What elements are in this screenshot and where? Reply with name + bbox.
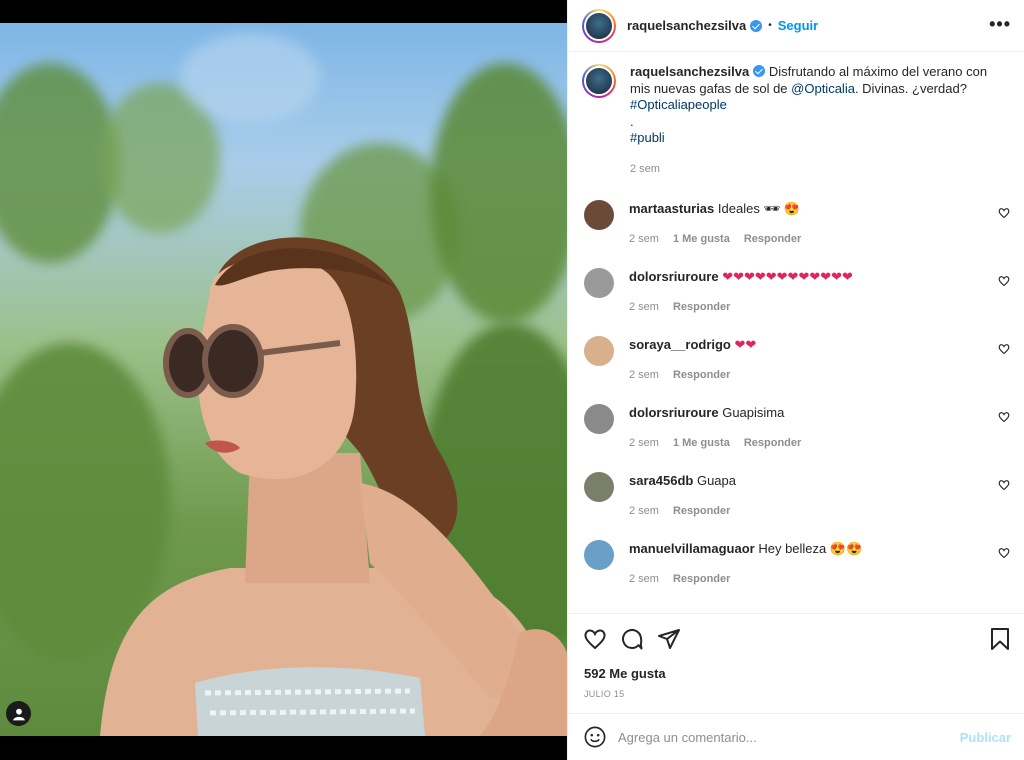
bookmark-icon[interactable] <box>988 627 1012 651</box>
heart-icon[interactable] <box>998 411 1010 423</box>
comment-item: dolorsriuroure Guapisima 2 sem 1 Me gust… <box>582 394 1012 462</box>
portrait-illustration <box>100 237 567 736</box>
comment-input[interactable] <box>618 729 948 745</box>
commenter-username[interactable]: martaasturias <box>629 201 714 216</box>
separator-dot: • <box>768 20 772 31</box>
verified-badge-icon <box>750 19 763 32</box>
caption-time[interactable]: 2 sem <box>630 161 1010 178</box>
reply-button[interactable]: Responder <box>744 437 801 449</box>
comment-text: Ideales 🕶 😍 <box>717 201 800 216</box>
comment-meta: 2 sem Responder <box>629 369 730 381</box>
comment-meta: 2 sem Responder <box>629 505 730 517</box>
heart-icon[interactable] <box>583 627 607 651</box>
comment-text: Hey belleza 😍😍 <box>758 541 863 556</box>
comment-body: sara456db Guapa <box>629 473 989 488</box>
commenter-username[interactable]: dolorsriuroure <box>629 269 719 284</box>
comment-item: soraya__rodrigo ❤❤ 2 sem Responder <box>582 326 1012 394</box>
post-header: raquelsanchezsilva • Seguir ••• <box>568 0 1024 52</box>
comment-item: martaasturias Ideales 🕶 😍 2 sem 1 Me gus… <box>582 190 1012 258</box>
hashtag-link[interactable]: #publi <box>630 130 1010 147</box>
comment-text: ❤❤❤❤❤❤❤❤❤❤❤❤ <box>722 269 853 284</box>
comment-meta: 2 sem 1 Me gusta Responder <box>629 437 801 449</box>
comment-meta: 2 sem 1 Me gusta Responder <box>629 233 801 245</box>
add-comment-bar: Publicar <box>568 713 1024 760</box>
reply-button[interactable]: Responder <box>673 573 730 585</box>
comment-time[interactable]: 2 sem <box>629 573 659 585</box>
hashtag-link[interactable]: #Opticaliapeople <box>630 97 1010 114</box>
likes-count[interactable]: 592 Me gusta <box>584 666 666 681</box>
publish-button[interactable]: Publicar <box>960 730 1011 745</box>
comment-meta: 2 sem Responder <box>629 573 730 585</box>
emoji-icon[interactable] <box>584 726 606 748</box>
commenter-avatar[interactable] <box>584 336 614 366</box>
comment-meta: 2 sem Responder <box>629 301 730 313</box>
comment-time[interactable]: 2 sem <box>629 301 659 313</box>
reply-button[interactable]: Responder <box>744 233 801 245</box>
comment-body: manuelvillamaguaor Hey belleza 😍😍 <box>629 541 989 557</box>
reply-button[interactable]: Responder <box>673 369 730 381</box>
commenter-avatar[interactable] <box>584 472 614 502</box>
comment-item: sara456db Guapa 2 sem Responder <box>582 462 1012 530</box>
commenter-username[interactable]: soraya__rodrigo <box>629 337 731 352</box>
post-photo[interactable] <box>0 23 567 736</box>
comment-text: ❤❤ <box>734 337 757 352</box>
comment-body: dolorsriuroure ❤❤❤❤❤❤❤❤❤❤❤❤ <box>629 269 989 285</box>
caption-text: raquelsanchezsilva Disfrutando al máximo… <box>630 64 1010 177</box>
verified-badge-icon <box>753 65 766 77</box>
commenter-avatar[interactable] <box>584 200 614 230</box>
commenter-avatar[interactable] <box>584 268 614 298</box>
caption-mention-link[interactable]: @Opticalia <box>791 81 855 96</box>
comment-likes[interactable]: 1 Me gusta <box>673 233 730 245</box>
caption-dot: . <box>630 113 634 129</box>
author-username[interactable]: raquelsanchezsilva <box>627 18 746 33</box>
caption-avatar[interactable] <box>582 64 616 98</box>
comment-item: dolorsriuroure ❤❤❤❤❤❤❤❤❤❤❤❤ 2 sem Respon… <box>582 258 1012 326</box>
more-options-icon[interactable]: ••• <box>989 14 1011 35</box>
post-caption: raquelsanchezsilva Disfrutando al máximo… <box>582 64 1012 177</box>
heart-icon[interactable] <box>998 479 1010 491</box>
comment-body: martaasturias Ideales 🕶 😍 <box>629 201 989 217</box>
author-avatar[interactable] <box>582 8 616 43</box>
comments-list[interactable]: martaasturias Ideales 🕶 😍 2 sem 1 Me gus… <box>568 190 1024 613</box>
comment-body: dolorsriuroure Guapisima <box>629 405 989 420</box>
comment-time[interactable]: 2 sem <box>629 369 659 381</box>
commenter-avatar[interactable] <box>584 540 614 570</box>
post-date[interactable]: JULIO 15 <box>584 689 624 699</box>
caption-body-end: . Divinas. ¿verdad? <box>854 80 967 96</box>
user-tag-icon <box>12 708 25 720</box>
photo-pane <box>0 0 567 760</box>
commenter-username[interactable]: sara456db <box>629 473 693 488</box>
comment-time[interactable]: 2 sem <box>629 505 659 517</box>
heart-icon[interactable] <box>998 275 1010 287</box>
commenter-avatar[interactable] <box>584 404 614 434</box>
comment-text: Guapisima <box>722 405 785 420</box>
heart-icon[interactable] <box>998 343 1010 355</box>
commenter-username[interactable]: manuelvillamaguaor <box>629 541 755 556</box>
comment-time[interactable]: 2 sem <box>629 437 659 449</box>
comment-time[interactable]: 2 sem <box>629 233 659 245</box>
reply-button[interactable]: Responder <box>673 505 730 517</box>
comment-item: manuelvillamaguaor Hey belleza 😍😍 2 sem … <box>582 530 1012 598</box>
post-sidebar: raquelsanchezsilva • Seguir ••• raquelsa… <box>567 0 1024 760</box>
comment-body: soraya__rodrigo ❤❤ <box>629 337 989 353</box>
caption-username[interactable]: raquelsanchezsilva <box>630 64 749 79</box>
reply-button[interactable]: Responder <box>673 301 730 313</box>
follow-button[interactable]: Seguir <box>778 18 818 33</box>
comment-text: Guapa <box>696 473 736 488</box>
commenter-username[interactable]: dolorsriuroure <box>629 405 719 420</box>
user-tag-button[interactable] <box>6 701 31 726</box>
heart-icon[interactable] <box>998 207 1010 219</box>
comment-likes[interactable]: 1 Me gusta <box>673 437 730 449</box>
heart-icon[interactable] <box>998 547 1010 559</box>
comment-icon[interactable] <box>620 627 644 651</box>
post-actions: 592 Me gusta JULIO 15 <box>568 613 1024 713</box>
share-icon[interactable] <box>657 627 681 651</box>
